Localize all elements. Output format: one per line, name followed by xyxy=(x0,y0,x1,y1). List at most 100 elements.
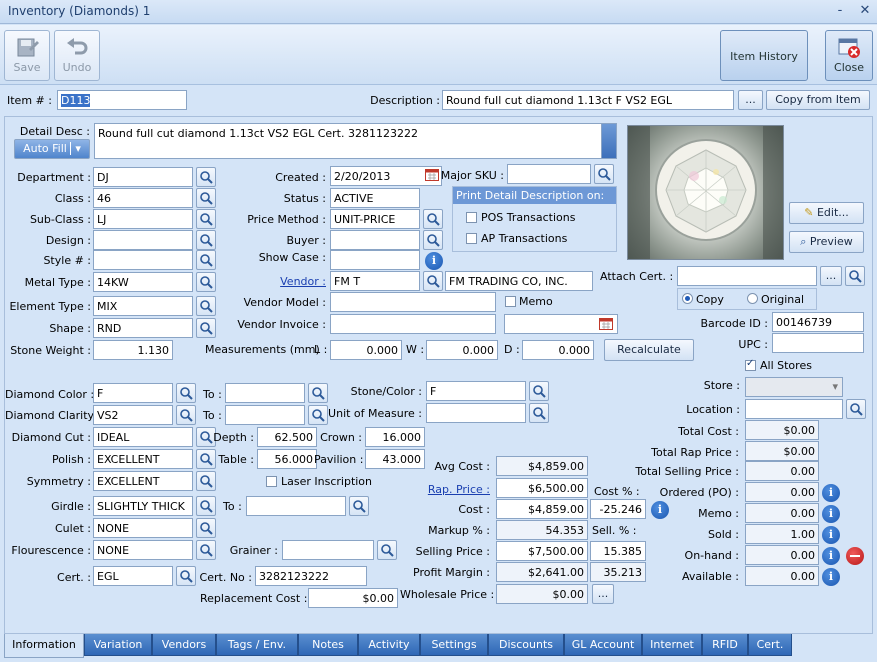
width-input[interactable]: 0.000 xyxy=(426,340,498,360)
tab-vendors[interactable]: Vendors xyxy=(152,634,216,656)
diamond-clarity-to-input[interactable] xyxy=(225,405,305,425)
available-info-icon[interactable]: i xyxy=(822,568,840,586)
girdle-search-button[interactable] xyxy=(196,496,216,516)
vendor-invoice-input[interactable] xyxy=(330,314,496,334)
symmetry-input[interactable]: EXCELLENT xyxy=(93,471,193,491)
vendor-input[interactable]: FM T xyxy=(330,271,420,291)
culet-search-button[interactable] xyxy=(196,518,216,538)
preview-photo-button[interactable]: ⌕ Preview xyxy=(789,231,864,253)
department-search-button[interactable] xyxy=(196,167,216,187)
remove-icon[interactable] xyxy=(846,547,864,565)
element-type-search-button[interactable] xyxy=(196,296,216,316)
diamond-color-to-search-button[interactable] xyxy=(308,383,328,403)
girdle-to-search-button[interactable] xyxy=(349,496,369,516)
stone-weight-input[interactable]: 1.130 xyxy=(93,340,173,360)
unit-of-measure-input[interactable] xyxy=(426,403,526,423)
show-case-info-icon[interactable]: i xyxy=(425,252,443,270)
selling-price-input[interactable]: $7,500.00 xyxy=(496,541,588,561)
cert-search-button[interactable] xyxy=(176,566,196,586)
style-input[interactable] xyxy=(93,250,193,270)
diamond-cut-input[interactable]: IDEAL xyxy=(93,427,193,447)
diamond-color-input[interactable]: F xyxy=(93,383,173,403)
calendar-icon[interactable] xyxy=(425,169,439,181)
description-more-button[interactable]: ... xyxy=(738,90,763,110)
vendor-label[interactable]: Vendor : xyxy=(230,275,326,288)
length-input[interactable]: 0.000 xyxy=(330,340,402,360)
table-input[interactable]: 56.000 xyxy=(257,449,317,469)
vendor-link[interactable]: Vendor : xyxy=(280,275,326,288)
cost-input[interactable]: $4,859.00 xyxy=(496,499,588,519)
location-search-button[interactable] xyxy=(846,399,866,419)
price-method-search-button[interactable] xyxy=(423,209,443,229)
shape-input[interactable]: RND xyxy=(93,318,193,338)
laser-inscription-checkbox[interactable] xyxy=(266,476,277,487)
subclass-search-button[interactable] xyxy=(196,209,216,229)
cert-input[interactable]: EGL xyxy=(93,566,173,586)
pos-transactions-checkbox[interactable] xyxy=(466,212,477,223)
element-type-input[interactable]: MIX xyxy=(93,296,193,316)
shape-search-button[interactable] xyxy=(196,318,216,338)
minimize-button[interactable]: - xyxy=(832,3,848,19)
show-case-input[interactable] xyxy=(330,250,420,270)
stone-color-search-button[interactable] xyxy=(529,381,549,401)
grainer-search-button[interactable] xyxy=(377,540,397,560)
detail-desc-input[interactable]: Round full cut diamond 1.13ct VS2 EGL Ce… xyxy=(94,123,617,159)
copy-radio[interactable] xyxy=(682,293,693,304)
metal-type-search-button[interactable] xyxy=(196,272,216,292)
tab-gl-account[interactable]: GL Account xyxy=(564,634,642,656)
unit-of-measure-search-button[interactable] xyxy=(529,403,549,423)
tab-activity[interactable]: Activity xyxy=(358,634,420,656)
rap-price-input[interactable]: $6,500.00 xyxy=(496,478,588,498)
barcode-id-input[interactable]: 00146739 xyxy=(772,312,864,332)
major-sku-input[interactable] xyxy=(507,164,591,184)
culet-input[interactable]: NONE xyxy=(93,518,193,538)
all-stores-checkbox[interactable] xyxy=(745,360,756,371)
tab-settings[interactable]: Settings xyxy=(420,634,488,656)
diamond-color-search-button[interactable] xyxy=(176,383,196,403)
stone-color-input[interactable]: F xyxy=(426,381,526,401)
ap-transactions-checkbox[interactable] xyxy=(466,233,477,244)
save-button[interactable]: Save xyxy=(4,30,50,81)
memo-checkbox[interactable] xyxy=(505,296,516,307)
rap-price-link[interactable]: Rap. Price : xyxy=(428,483,490,496)
rap-price-label[interactable]: Rap. Price : xyxy=(400,483,490,496)
status-input[interactable]: ACTIVE xyxy=(330,188,420,208)
store-select[interactable]: ▾ xyxy=(745,377,843,397)
edit-photo-button[interactable]: ✎ Edit... xyxy=(789,202,864,224)
tab-discounts[interactable]: Discounts xyxy=(488,634,564,656)
depth-mm-input[interactable]: 0.000 xyxy=(522,340,594,360)
diamond-clarity-input[interactable]: VS2 xyxy=(93,405,173,425)
attach-cert-input[interactable] xyxy=(677,266,817,286)
depth-input[interactable]: 62.500 xyxy=(257,427,317,447)
detail-scrollbar[interactable] xyxy=(601,124,616,158)
attach-cert-browse-button[interactable]: ... xyxy=(820,266,842,286)
tab-variation[interactable]: Variation xyxy=(84,634,152,656)
flourescence-input[interactable]: NONE xyxy=(93,540,193,560)
vendor-model-input[interactable] xyxy=(330,292,496,312)
girdle-input[interactable]: SLIGHTLY THICK xyxy=(93,496,193,516)
undo-button[interactable]: Undo xyxy=(54,30,100,81)
class-search-button[interactable] xyxy=(196,188,216,208)
subclass-input[interactable]: LJ xyxy=(93,209,193,229)
girdle-to-input[interactable] xyxy=(246,496,346,516)
diamond-clarity-search-button[interactable] xyxy=(176,405,196,425)
design-input[interactable] xyxy=(93,230,193,250)
polish-input[interactable]: EXCELLENT xyxy=(93,449,193,469)
location-input[interactable] xyxy=(745,399,843,419)
grainer-input[interactable] xyxy=(282,540,374,560)
price-method-input[interactable]: UNIT-PRICE xyxy=(330,209,420,229)
tab-internet[interactable]: Internet xyxy=(642,634,702,656)
memo-info-icon[interactable]: i xyxy=(822,505,840,523)
style-search-button[interactable] xyxy=(196,250,216,270)
wholesale-more-button[interactable]: ... xyxy=(592,584,614,604)
description-input[interactable]: Round full cut diamond 1.13ct F VS2 EGL xyxy=(442,90,734,110)
tab-rfid[interactable]: RFID xyxy=(702,634,748,656)
tab-cert[interactable]: Cert. xyxy=(748,634,792,656)
metal-type-input[interactable]: 14KW xyxy=(93,272,193,292)
replacement-cost-input[interactable]: $0.00 xyxy=(308,588,398,608)
tab-information[interactable]: Information xyxy=(4,634,84,658)
diamond-color-to-input[interactable] xyxy=(225,383,305,403)
calendar-icon[interactable] xyxy=(599,318,613,330)
class-input[interactable]: 46 xyxy=(93,188,193,208)
tab-tags-env[interactable]: Tags / Env. xyxy=(216,634,298,656)
